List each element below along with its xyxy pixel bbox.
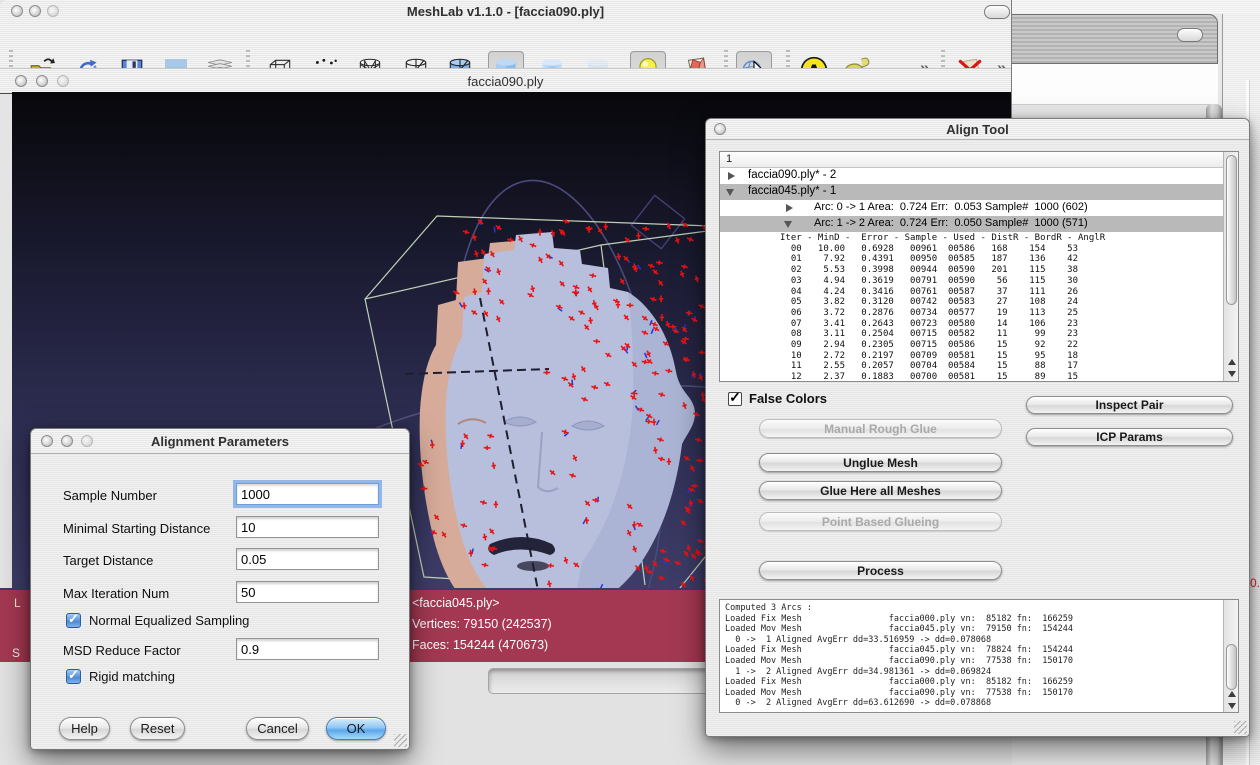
tree-column-header[interactable]: 1 bbox=[720, 152, 1238, 168]
button-label: Unglue Mesh bbox=[843, 456, 918, 470]
button-label: Glue Here all Meshes bbox=[820, 484, 941, 498]
button-label: Reset bbox=[141, 721, 175, 736]
target-distance-label: Target Distance bbox=[63, 553, 153, 568]
tree-scroll-down-button[interactable] bbox=[1225, 368, 1238, 380]
tree-row-label: faccia045.ply* - 1 bbox=[748, 185, 836, 197]
button-label: Manual Rough Glue bbox=[824, 422, 937, 436]
max-iteration-num-field[interactable] bbox=[236, 581, 379, 603]
tree-scroll-up-button[interactable] bbox=[1225, 356, 1238, 368]
iteration-table: Iter - MinD - Error - Sample - Used - Di… bbox=[780, 233, 1105, 382]
rigid-matching-checkbox[interactable] bbox=[66, 669, 81, 684]
tree-row-label: Arc: 0 -> 1 Area: 0.724 Err: 0.053 Sampl… bbox=[814, 201, 1088, 213]
manual-rough-glue-button[interactable]: Manual Rough Glue bbox=[759, 419, 1002, 438]
status-mesh-name: <faccia045.ply> bbox=[412, 596, 500, 610]
tree-row-label: Arc: 1 -> 2 Area: 0.724 Err: 0.050 Sampl… bbox=[814, 217, 1088, 229]
icp-params-button[interactable]: ICP Params bbox=[1026, 428, 1233, 446]
button-label: Point Based Glueing bbox=[822, 515, 939, 529]
align-log-box: Computed 3 Arcs : Loaded Fix Mesh faccia… bbox=[719, 599, 1239, 713]
tree-scrollbar[interactable] bbox=[1223, 152, 1238, 381]
dialog-titlebar[interactable]: Alignment Parameters bbox=[31, 429, 409, 454]
tree-row-arc-0[interactable]: Arc: 0 -> 1 Area: 0.724 Err: 0.053 Sampl… bbox=[720, 200, 1238, 216]
max-iteration-num-label: Max Iteration Num bbox=[63, 586, 169, 601]
log-scrollbar[interactable] bbox=[1223, 600, 1238, 712]
tree-column-header-label: 1 bbox=[726, 153, 732, 165]
expand-arrow-icon[interactable] bbox=[786, 204, 793, 212]
main-toolbar: A » » bbox=[0, 22, 1011, 69]
status-faces: Faces: 154244 (470673) bbox=[412, 638, 548, 652]
dialog-resize-grip[interactable] bbox=[394, 734, 407, 747]
button-label: OK bbox=[347, 721, 366, 736]
button-label: Process bbox=[857, 564, 904, 578]
false-colors-checkbox[interactable] bbox=[728, 392, 742, 406]
glue-here-all-meshes-button[interactable]: Glue Here all Meshes bbox=[759, 481, 1002, 500]
alignment-parameters-dialog: Alignment Parameters Sample Number Minim… bbox=[30, 428, 410, 750]
point-based-glueing-button[interactable]: Point Based Glueing bbox=[759, 512, 1002, 531]
button-label: Inspect Pair bbox=[1095, 398, 1163, 412]
log-scroll-down-button[interactable] bbox=[1225, 700, 1238, 712]
tree-row-label: faccia090.ply* - 2 bbox=[748, 169, 836, 181]
unglue-mesh-button[interactable]: Unglue Mesh bbox=[759, 453, 1002, 472]
align-tool-titlebar[interactable]: Align Tool bbox=[706, 119, 1249, 140]
collapse-arrow-icon[interactable] bbox=[726, 189, 734, 196]
cancel-button[interactable]: Cancel bbox=[246, 717, 309, 740]
rigid-matching-label: Rigid matching bbox=[89, 669, 175, 684]
button-label: ICP Params bbox=[1096, 430, 1163, 444]
status-vertices: Vertices: 79150 (242537) bbox=[412, 617, 552, 631]
target-distance-field[interactable] bbox=[236, 548, 379, 570]
background-window-titlebar bbox=[1012, 14, 1218, 64]
button-label: Cancel bbox=[257, 721, 297, 736]
main-titlebar[interactable]: MeshLab v1.1.0 - [faccia090.ply] bbox=[0, 0, 1011, 23]
main-window-title: MeshLab v1.1.0 - [faccia090.ply] bbox=[0, 4, 1011, 19]
sample-number-field[interactable] bbox=[236, 483, 379, 505]
align-tool-title: Align Tool bbox=[706, 122, 1249, 137]
button-label: Help bbox=[71, 721, 98, 736]
progress-groove bbox=[488, 668, 712, 694]
screen: 0. MeshLab v1.1.0 - [faccia090.ply] bbox=[0, 0, 1260, 765]
msd-reduce-factor-field[interactable] bbox=[236, 638, 379, 660]
status-fragment-bottom: S bbox=[12, 646, 20, 660]
tree-row-mesh-0[interactable]: faccia090.ply* - 2 bbox=[720, 168, 1238, 184]
help-button[interactable]: Help bbox=[59, 717, 110, 740]
document-title: faccia090.ply bbox=[0, 74, 1011, 89]
align-resize-grip[interactable] bbox=[1234, 721, 1247, 734]
normal-equalized-sampling-label: Normal Equalized Sampling bbox=[89, 613, 249, 628]
sample-number-label: Sample Number bbox=[63, 488, 157, 503]
document-titlebar[interactable]: faccia090.ply bbox=[0, 68, 1011, 94]
inspect-pair-button[interactable]: Inspect Pair bbox=[1026, 396, 1233, 414]
alignment-tree: 1 faccia090.ply* - 2 faccia045.ply* - 1 … bbox=[719, 151, 1239, 382]
process-button[interactable]: Process bbox=[759, 561, 1002, 580]
tree-row-mesh-1[interactable]: faccia045.ply* - 1 bbox=[720, 184, 1238, 200]
expand-arrow-icon[interactable] bbox=[728, 172, 735, 180]
background-window-collapse-button[interactable] bbox=[1177, 28, 1203, 42]
tree-row-arc-1[interactable]: Arc: 1 -> 2 Area: 0.724 Err: 0.050 Sampl… bbox=[720, 216, 1238, 232]
minimal-starting-distance-field[interactable] bbox=[236, 516, 379, 538]
main-toolbar-collapse-button[interactable] bbox=[984, 5, 1010, 19]
tree-scrollbar-thumb[interactable] bbox=[1226, 155, 1237, 305]
background-window-content bbox=[1012, 64, 1218, 105]
log-scrollbar-thumb[interactable] bbox=[1226, 644, 1237, 690]
background-red-fragment: 0. bbox=[1250, 576, 1260, 590]
align-tool-window: Align Tool 1 faccia090.ply* - 2 faccia04… bbox=[705, 118, 1250, 737]
msd-reduce-factor-label: MSD Reduce Factor bbox=[63, 643, 181, 658]
false-colors-label: False Colors bbox=[749, 391, 827, 406]
dialog-title: Alignment Parameters bbox=[31, 434, 409, 449]
background-window-top-strip bbox=[1012, 0, 1260, 14]
reset-button[interactable]: Reset bbox=[130, 717, 185, 740]
normal-equalized-sampling-checkbox[interactable] bbox=[66, 613, 81, 628]
align-log-text: Computed 3 Arcs : Loaded Fix Mesh faccia… bbox=[725, 603, 1073, 709]
status-fragment-top: L bbox=[14, 596, 21, 610]
minimal-starting-distance-label: Minimal Starting Distance bbox=[63, 521, 210, 536]
ok-button[interactable]: OK bbox=[326, 717, 386, 740]
log-scroll-up-button[interactable] bbox=[1225, 688, 1238, 700]
collapse-arrow-icon[interactable] bbox=[784, 221, 792, 228]
